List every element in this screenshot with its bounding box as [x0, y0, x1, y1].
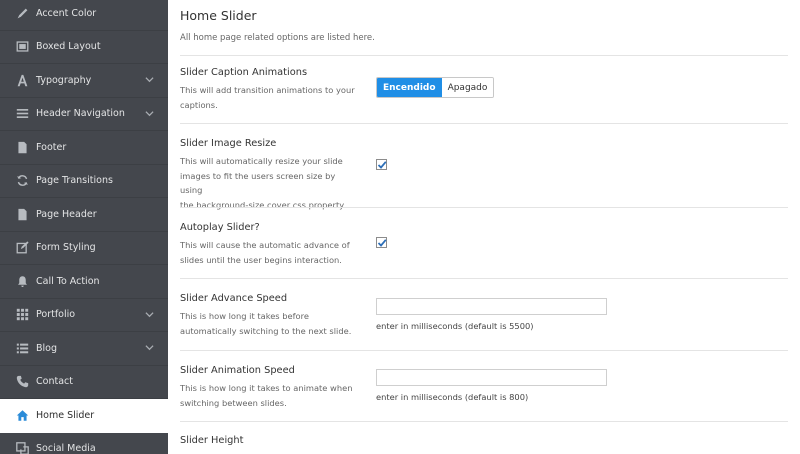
advance-speed-hint: enter in milliseconds (default is 5500)	[376, 321, 534, 331]
animation-speed-input[interactable]	[376, 369, 607, 386]
advance-speed-input[interactable]	[376, 298, 607, 315]
autoplay-label: Autoplay Slider?	[180, 222, 260, 233]
toggle-on-button[interactable]: Encendido	[377, 78, 442, 97]
sidebar-item-label: Accent Color	[36, 7, 97, 19]
brush-icon	[15, 6, 29, 20]
sidebar-item-portfolio[interactable]: Portfolio	[0, 299, 168, 332]
chevron-down-icon[interactable]	[145, 75, 154, 84]
grid-icon	[15, 308, 29, 322]
sidebar-item-typography[interactable]: Typography	[0, 64, 168, 98]
sidebar-item-label: Boxed Layout	[36, 41, 101, 53]
sidebar-item-home-slider[interactable]: Home Slider	[0, 399, 168, 433]
animation-speed-hint: enter in milliseconds (default is 800)	[376, 392, 529, 402]
sidebar-item-contact[interactable]: Contact	[0, 366, 168, 399]
typography-icon	[15, 73, 29, 87]
sidebar-item-page-transitions[interactable]: Page Transitions	[0, 165, 168, 198]
row-divider	[180, 55, 788, 56]
sidebar-item-social-media[interactable]: Social Media	[0, 433, 168, 454]
caption-animations-label: Slider Caption Animations	[180, 67, 308, 78]
page-title: Home Slider	[180, 8, 257, 23]
slider-height-label: Slider Height	[180, 435, 244, 446]
boxed-layout-icon	[15, 40, 29, 54]
bell-icon	[15, 274, 29, 288]
chevron-down-icon[interactable]	[145, 109, 154, 118]
menu-icon	[15, 107, 29, 121]
sidebar-item-label: Portfolio	[36, 309, 76, 321]
caption-animations-desc: This will add transition animations to y…	[180, 85, 355, 110]
row-divider	[180, 123, 788, 124]
share-icon	[15, 442, 29, 454]
row-divider	[180, 278, 788, 279]
sidebar-item-label: Page Transitions	[36, 175, 113, 187]
list-icon	[15, 341, 29, 355]
sidebar-item-call-to-action[interactable]: Call To Action	[0, 265, 168, 299]
row-divider	[180, 421, 788, 422]
sidebar-item-label: Blog	[36, 342, 57, 354]
chevron-down-icon[interactable]	[145, 343, 154, 352]
autoplay-desc: This will cause the automatic advance of…	[180, 240, 350, 265]
footer-icon	[15, 140, 29, 154]
sidebar-item-label: Page Header	[36, 208, 97, 220]
sidebar-item-form-styling[interactable]: Form Styling	[0, 232, 168, 265]
sidebar-item-page-header[interactable]: Page Header	[0, 198, 168, 232]
sidebar-item-label: Form Styling	[36, 242, 96, 254]
page-header-icon	[15, 207, 29, 221]
autoplay-checkbox[interactable]	[376, 237, 387, 248]
refresh-icon	[15, 174, 29, 188]
sidebar-item-label: Home Slider	[36, 410, 95, 422]
main-panel: Home Slider All home page related option…	[168, 0, 800, 454]
sidebar-item-label: Header Navigation	[36, 108, 125, 120]
checkmark-icon	[377, 239, 387, 247]
sidebar-item-label: Contact	[36, 376, 73, 388]
sidebar-item-footer[interactable]: Footer	[0, 131, 168, 165]
sidebar: Accent Color Boxed Layout Typography Hea…	[0, 0, 168, 454]
phone-icon	[15, 375, 29, 389]
image-resize-desc: This will automatically resize your slid…	[180, 156, 346, 210]
advance-speed-label: Slider Advance Speed	[180, 293, 288, 304]
caption-animations-toggle[interactable]: Encendido Apagado	[376, 77, 495, 98]
chevron-down-icon[interactable]	[145, 310, 154, 319]
sidebar-item-label: Call To Action	[36, 275, 100, 287]
animation-speed-desc: This is how long it takes to animate whe…	[180, 383, 353, 408]
checkmark-icon	[377, 161, 387, 169]
edit-icon	[15, 241, 29, 255]
row-divider	[180, 350, 788, 351]
image-resize-label: Slider Image Resize	[180, 138, 277, 149]
advance-speed-desc: This is how long it takes before automat…	[180, 311, 352, 336]
sidebar-item-header-navigation[interactable]: Header Navigation	[0, 98, 168, 131]
toggle-off-button[interactable]: Apagado	[441, 78, 494, 97]
home-icon	[15, 409, 29, 423]
sidebar-item-label: Footer	[36, 141, 67, 153]
sidebar-item-label: Social Media	[36, 443, 96, 454]
page-description: All home page related options are listed…	[180, 33, 375, 43]
sidebar-item-blog[interactable]: Blog	[0, 332, 168, 366]
sidebar-item-label: Typography	[36, 74, 92, 86]
animation-speed-label: Slider Animation Speed	[180, 365, 295, 376]
sidebar-item-boxed-layout[interactable]: Boxed Layout	[0, 31, 168, 64]
row-divider	[180, 207, 788, 208]
image-resize-checkbox[interactable]	[376, 159, 387, 170]
sidebar-item-accent-color[interactable]: Accent Color	[0, 0, 168, 31]
